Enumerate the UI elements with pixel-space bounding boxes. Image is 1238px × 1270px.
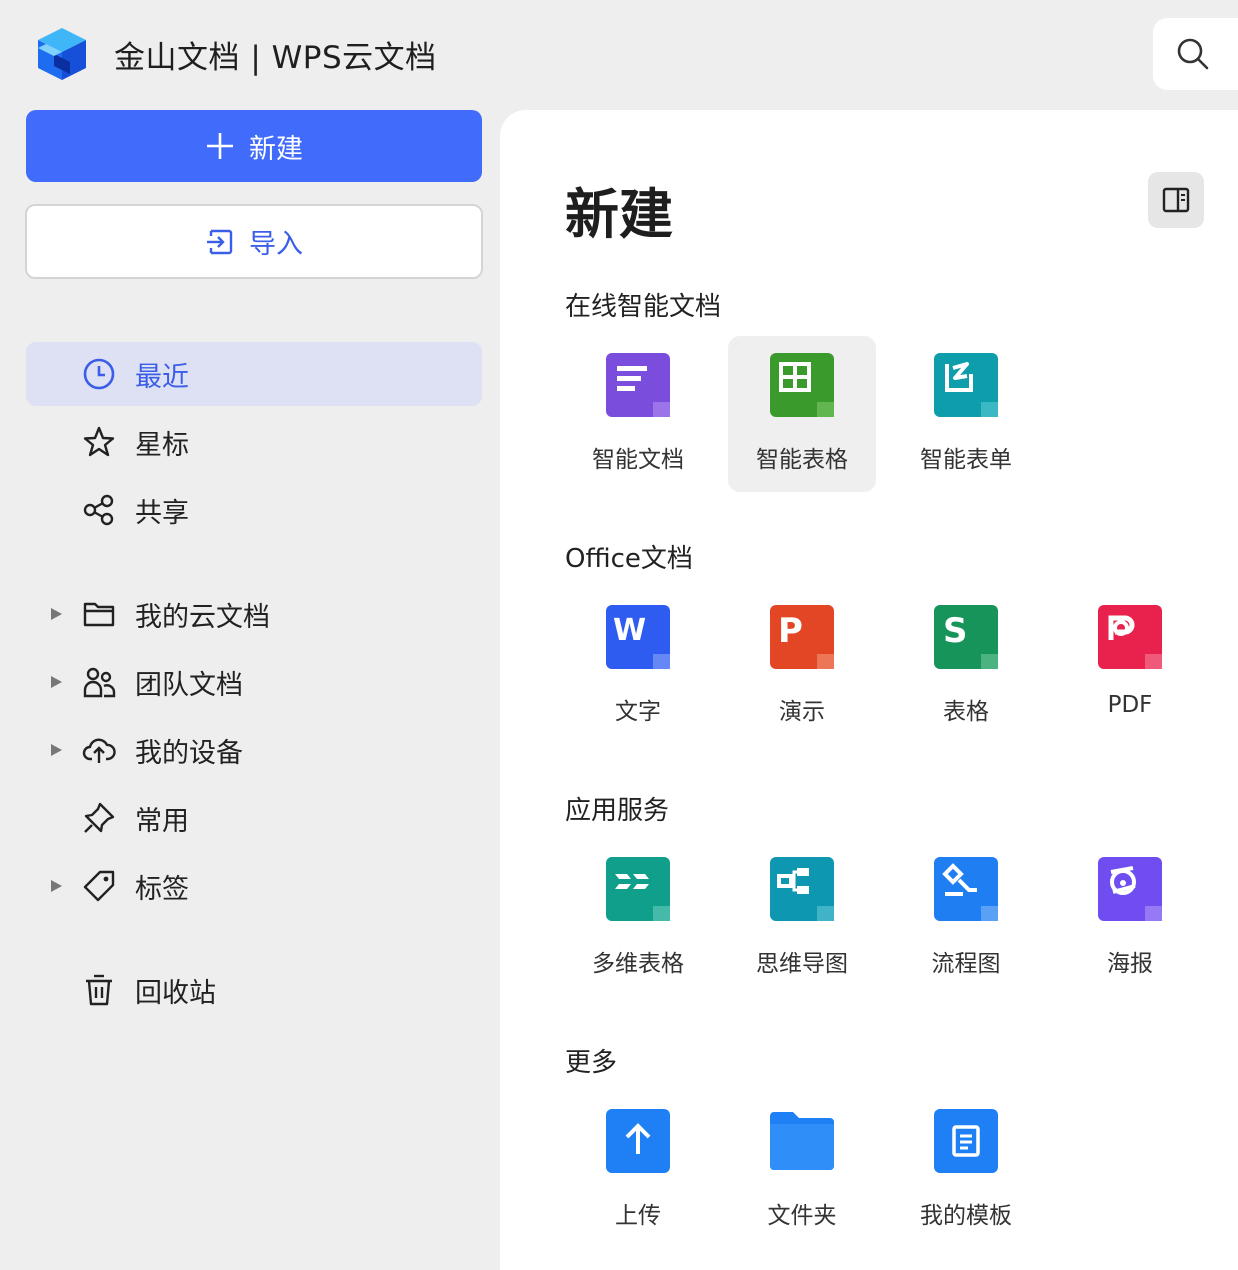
- sidebar-item-label: 回收站: [135, 977, 216, 1009]
- import-icon: [207, 229, 233, 254]
- panel-toggle-button[interactable]: [1148, 172, 1204, 228]
- tile-poster[interactable]: 海报: [1056, 840, 1204, 996]
- sidebar-item-my-cloud-docs[interactable]: 我的云文档: [26, 582, 482, 646]
- tile-pdf[interactable]: PDF: [1056, 588, 1204, 744]
- tile-label: 表格: [943, 699, 989, 725]
- cloud-upload-icon: [82, 738, 116, 763]
- star-icon: [83, 426, 115, 457]
- sidebar-item-frequent[interactable]: 常用: [26, 786, 482, 850]
- sidebar-item-label: 常用: [135, 805, 189, 837]
- sidebar-item-label: 共享: [135, 497, 189, 529]
- section-title-online-docs: 在线智能文档: [565, 292, 722, 322]
- mindmap-icon: [770, 857, 834, 921]
- sidebar-item-label: 最近: [135, 361, 189, 393]
- search-icon: [1177, 38, 1209, 70]
- tile-spreadsheet[interactable]: S 表格: [892, 588, 1040, 744]
- tile-label: 上传: [615, 1203, 661, 1229]
- sidebar-item-tags[interactable]: 标签: [26, 854, 482, 918]
- tile-label: 多维表格: [592, 951, 684, 977]
- new-button-label: 新建: [249, 133, 303, 165]
- svg-text:S: S: [943, 611, 968, 651]
- search-input[interactable]: [1153, 18, 1238, 90]
- new-button[interactable]: 新建: [26, 110, 482, 182]
- folder-blue-icon: [770, 1112, 834, 1170]
- folder-icon: [83, 602, 115, 627]
- sidebar-item-label: 我的云文档: [135, 601, 270, 633]
- page-title: 新建: [565, 183, 673, 246]
- svg-text:W: W: [613, 613, 646, 648]
- section-title-app-services: 应用服务: [565, 796, 670, 826]
- sidebar-item-label: 团队文档: [135, 669, 243, 701]
- tile-word[interactable]: W 文字: [564, 588, 712, 744]
- plus-icon: [207, 133, 233, 159]
- pin-icon: [84, 802, 115, 833]
- flowchart-icon: [934, 857, 998, 921]
- tile-label: 文件夹: [767, 1203, 837, 1229]
- section-title-office-docs: Office文档: [565, 544, 693, 574]
- tile-flowchart[interactable]: 流程图: [892, 840, 1040, 996]
- presentation-icon: P: [770, 605, 834, 669]
- tile-label: PDF: [1107, 692, 1153, 718]
- sidebar-item-label: 我的设备: [135, 737, 243, 769]
- sidebar-item-label: 星标: [135, 429, 189, 461]
- tile-label: 智能表单: [920, 447, 1012, 473]
- tile-smart-form[interactable]: 智能表单: [892, 336, 1040, 492]
- sidebar-item-trash[interactable]: 回收站: [26, 958, 482, 1022]
- import-button-label: 导入: [249, 229, 303, 260]
- tile-label: 思维导图: [756, 951, 848, 977]
- caret-right-icon[interactable]: [48, 674, 64, 690]
- poster-icon: [1098, 857, 1162, 921]
- brand[interactable]: 金山文档 | WPS云文档: [34, 24, 437, 84]
- tile-multi-table[interactable]: 多维表格: [564, 840, 712, 996]
- tile-presentation[interactable]: P 演示: [728, 588, 876, 744]
- tile-mindmap[interactable]: 思维导图: [728, 840, 876, 996]
- multi-table-icon: [606, 857, 670, 921]
- smart-doc-icon: [606, 353, 670, 417]
- sidebar-item-starred[interactable]: 星标: [26, 410, 482, 474]
- section-title-more: 更多: [565, 1048, 618, 1078]
- trash-icon: [86, 974, 112, 1006]
- tile-upload[interactable]: 上传: [564, 1092, 712, 1248]
- app-title: 金山文档 | WPS云文档: [114, 39, 437, 76]
- caret-right-icon[interactable]: [48, 606, 64, 622]
- sidebar-panel-icon: [1162, 187, 1190, 213]
- tile-smart-sheet[interactable]: 智能表格: [728, 336, 876, 492]
- upload-icon: [606, 1109, 670, 1173]
- sidebar-item-my-devices[interactable]: 我的设备: [26, 718, 482, 782]
- tile-label: 我的模板: [920, 1203, 1012, 1229]
- clock-icon: [83, 358, 115, 390]
- share-icon: [83, 494, 114, 526]
- tag-icon: [83, 870, 115, 902]
- sidebar-item-label: 标签: [135, 873, 189, 905]
- tile-label: 智能表格: [756, 447, 848, 473]
- cube-logo-icon: [38, 28, 86, 80]
- pdf-icon: [1098, 605, 1162, 669]
- svg-text:P: P: [778, 611, 803, 651]
- caret-right-icon[interactable]: [48, 742, 64, 758]
- tile-label: 海报: [1107, 951, 1153, 977]
- new-panel: 新建 在线智能文档 智能文档 智能表格 智能表单 Office文档 W 文字 P…: [500, 110, 1238, 1270]
- tile-smart-doc[interactable]: 智能文档: [564, 336, 712, 492]
- sidebar-item-team-docs[interactable]: 团队文档: [26, 650, 482, 714]
- tile-label: 流程图: [931, 951, 1001, 977]
- tile-my-templates[interactable]: 我的模板: [892, 1092, 1040, 1248]
- tile-label: 智能文档: [592, 447, 684, 473]
- smart-form-icon: [934, 353, 998, 417]
- caret-right-icon[interactable]: [48, 878, 64, 894]
- sidebar-item-recent[interactable]: 最近: [26, 342, 482, 406]
- tile-label: 文字: [615, 699, 661, 725]
- tile-folder[interactable]: 文件夹: [728, 1092, 876, 1248]
- spreadsheet-icon: S: [934, 605, 998, 669]
- word-icon: W: [606, 605, 670, 669]
- import-button[interactable]: 导入: [25, 204, 483, 279]
- tile-label: 演示: [779, 699, 825, 725]
- team-icon: [83, 667, 116, 698]
- sidebar-item-shared[interactable]: 共享: [26, 478, 482, 542]
- smart-sheet-icon: [770, 353, 834, 417]
- template-icon: [934, 1109, 998, 1173]
